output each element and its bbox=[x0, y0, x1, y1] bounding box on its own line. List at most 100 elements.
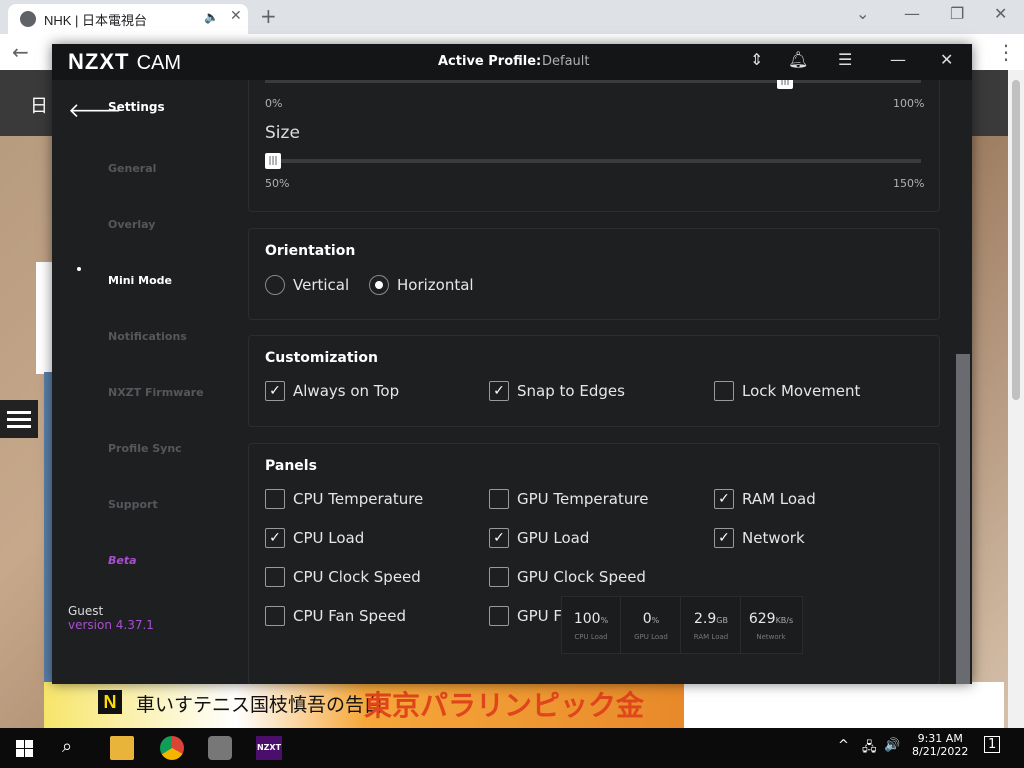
profile-switch-icon[interactable]: ⇕ bbox=[750, 50, 763, 69]
gpu-temperature-label[interactable]: GPU Temperature bbox=[517, 490, 648, 508]
size-slider-track[interactable] bbox=[265, 159, 921, 163]
mini-cpu-load: 100% CPU Load bbox=[562, 597, 621, 653]
clock[interactable]: 9:31 AM 8/21/2022 bbox=[912, 732, 968, 758]
gpu-load-label[interactable]: GPU Load bbox=[517, 529, 589, 547]
settings-title: Settings bbox=[108, 100, 165, 114]
webpage-scrollbar[interactable] bbox=[1008, 70, 1024, 728]
sidebar-item-firmware[interactable]: NXZT Firmware bbox=[108, 386, 204, 399]
search-icon[interactable]: ⌕ bbox=[62, 736, 72, 757]
browser-tab[interactable]: NHK | 日本電視台 🔈 ✕ bbox=[8, 4, 248, 34]
cpu-load-label[interactable]: CPU Load bbox=[293, 529, 364, 547]
opacity-slider-handle[interactable]: ||| bbox=[777, 80, 793, 89]
new-tab-button[interactable]: + bbox=[260, 4, 277, 28]
app-scrollbar[interactable] bbox=[954, 80, 972, 684]
notification-center-icon[interactable]: 1 bbox=[984, 736, 1001, 753]
hamburger-menu-icon[interactable] bbox=[0, 400, 38, 438]
tab-title: NHK | 日本電視台 bbox=[44, 13, 148, 28]
horizontal-label[interactable]: Horizontal bbox=[397, 276, 474, 294]
logo-sub: CAM bbox=[136, 52, 182, 74]
app-icon[interactable] bbox=[208, 736, 232, 760]
gpu-temperature-checkbox[interactable] bbox=[489, 489, 509, 509]
gpu-load-checkbox[interactable]: ✓ bbox=[489, 528, 509, 548]
gpu-fan-speed-checkbox[interactable] bbox=[489, 606, 509, 626]
vertical-label[interactable]: Vertical bbox=[293, 276, 349, 294]
settings-sidebar: 🡐 Settings General Overlay Mini Mode Not… bbox=[52, 80, 248, 684]
close-tab-icon[interactable]: ✕ bbox=[230, 8, 242, 24]
version-label: version 4.37.1 bbox=[68, 618, 154, 632]
sidebar-item-support[interactable]: Support bbox=[108, 498, 158, 511]
active-dot-icon bbox=[77, 267, 81, 271]
menu-lines-icon[interactable]: ☰ bbox=[838, 50, 852, 69]
active-profile-value[interactable]: Default bbox=[542, 54, 590, 69]
opacity-slider-track[interactable] bbox=[265, 80, 921, 83]
lock-movement-checkbox[interactable] bbox=[714, 381, 734, 401]
snap-to-edges-checkbox[interactable]: ✓ bbox=[489, 381, 509, 401]
mini-mode-widget[interactable]: 100% CPU Load 0% GPU Load 2.9GB RAM Load… bbox=[561, 596, 803, 654]
vertical-radio[interactable] bbox=[265, 275, 285, 295]
restore-icon[interactable]: ❐ bbox=[950, 4, 964, 23]
sidebar-item-beta[interactable]: Beta bbox=[108, 554, 137, 567]
globe-icon bbox=[20, 11, 36, 27]
bell-icon[interactable]: 🔔︎ bbox=[788, 50, 808, 69]
always-on-top-label[interactable]: Always on Top bbox=[293, 382, 399, 400]
mini-network-label: Network bbox=[756, 633, 786, 641]
user-name: Guest bbox=[68, 604, 104, 618]
minimize-icon[interactable]: — bbox=[904, 4, 920, 23]
news-logo: N bbox=[98, 690, 122, 714]
sidebar-item-notifications[interactable]: Notifications bbox=[108, 330, 187, 343]
sidebar-item-profile-sync[interactable]: Profile Sync bbox=[108, 442, 182, 455]
cpu-temperature-label[interactable]: CPU Temperature bbox=[293, 490, 423, 508]
mini-gpu-value: 0 bbox=[642, 611, 652, 627]
snap-to-edges-label[interactable]: Snap to Edges bbox=[517, 382, 625, 400]
chevron-down-icon[interactable]: ⌄ bbox=[856, 4, 869, 23]
mini-gpu-label: GPU Load bbox=[634, 633, 668, 641]
minimize-icon[interactable]: — bbox=[890, 50, 906, 69]
scrollbar-thumb[interactable] bbox=[956, 354, 970, 684]
sidebar-item-mini-mode[interactable]: Mini Mode bbox=[108, 274, 172, 287]
horizontal-radio[interactable] bbox=[369, 275, 389, 295]
cpu-fan-speed-label[interactable]: CPU Fan Speed bbox=[293, 607, 406, 625]
ram-load-label[interactable]: RAM Load bbox=[742, 490, 816, 508]
size-slider-handle[interactable]: ||| bbox=[265, 153, 281, 169]
browser-tab-bar: NHK | 日本電視台 🔈 ✕ + ⌄ — ❐ ✕ bbox=[0, 0, 1024, 34]
news-banner: N 車いすテニス国枝慎吾の告白 東京パラリンピック金 bbox=[44, 682, 684, 728]
customization-title: Customization bbox=[265, 350, 378, 366]
nzxt-taskbar-icon[interactable]: NZXT bbox=[256, 736, 282, 760]
mini-network: 629KB/s Network bbox=[742, 597, 800, 653]
ram-load-checkbox[interactable]: ✓ bbox=[714, 489, 734, 509]
volume-icon[interactable]: 🔊 bbox=[884, 738, 900, 753]
clock-date: 8/21/2022 bbox=[912, 745, 969, 758]
cpu-load-checkbox[interactable]: ✓ bbox=[265, 528, 285, 548]
menu-kebab-icon[interactable]: ⋮ bbox=[996, 40, 1016, 64]
webpage-logo[interactable]: 日 bbox=[30, 92, 48, 118]
logo-main: NZXT bbox=[68, 49, 130, 74]
network-icon[interactable]: 🖧 bbox=[862, 738, 877, 760]
news-headline: 東京パラリンピック金 bbox=[364, 689, 645, 722]
network-label[interactable]: Network bbox=[742, 529, 805, 547]
close-icon[interactable]: ✕ bbox=[940, 50, 953, 69]
chrome-icon[interactable] bbox=[160, 736, 184, 760]
lock-movement-label[interactable]: Lock Movement bbox=[742, 382, 860, 400]
cpu-clock-speed-label[interactable]: CPU Clock Speed bbox=[293, 568, 421, 586]
file-explorer-icon[interactable] bbox=[110, 736, 134, 760]
gpu-clock-speed-checkbox[interactable] bbox=[489, 567, 509, 587]
gpu-clock-speed-label[interactable]: GPU Clock Speed bbox=[517, 568, 646, 586]
chevron-up-icon[interactable]: ^ bbox=[838, 738, 849, 753]
speaker-icon[interactable]: 🔈 bbox=[204, 10, 219, 24]
sidebar-item-overlay[interactable]: Overlay bbox=[108, 218, 155, 231]
mini-network-unit: KB/s bbox=[775, 616, 794, 625]
back-arrow-icon[interactable]: ← bbox=[12, 40, 29, 64]
cpu-clock-speed-checkbox[interactable] bbox=[265, 567, 285, 587]
windows-start-icon[interactable] bbox=[16, 740, 33, 757]
mini-gpu-load: 0% GPU Load bbox=[622, 597, 681, 653]
webpage-panel bbox=[36, 262, 52, 374]
settings-content: ||| 0% 100% Size ||| 50% 150% Orientatio… bbox=[248, 80, 954, 684]
cpu-temperature-checkbox[interactable] bbox=[265, 489, 285, 509]
active-profile-label: Active Profile: bbox=[438, 54, 542, 69]
close-window-icon[interactable]: ✕ bbox=[994, 4, 1007, 23]
network-checkbox[interactable]: ✓ bbox=[714, 528, 734, 548]
always-on-top-checkbox[interactable]: ✓ bbox=[265, 381, 285, 401]
cpu-fan-speed-checkbox[interactable] bbox=[265, 606, 285, 626]
size-title: Size bbox=[265, 123, 300, 143]
sidebar-item-general[interactable]: General bbox=[108, 162, 156, 175]
